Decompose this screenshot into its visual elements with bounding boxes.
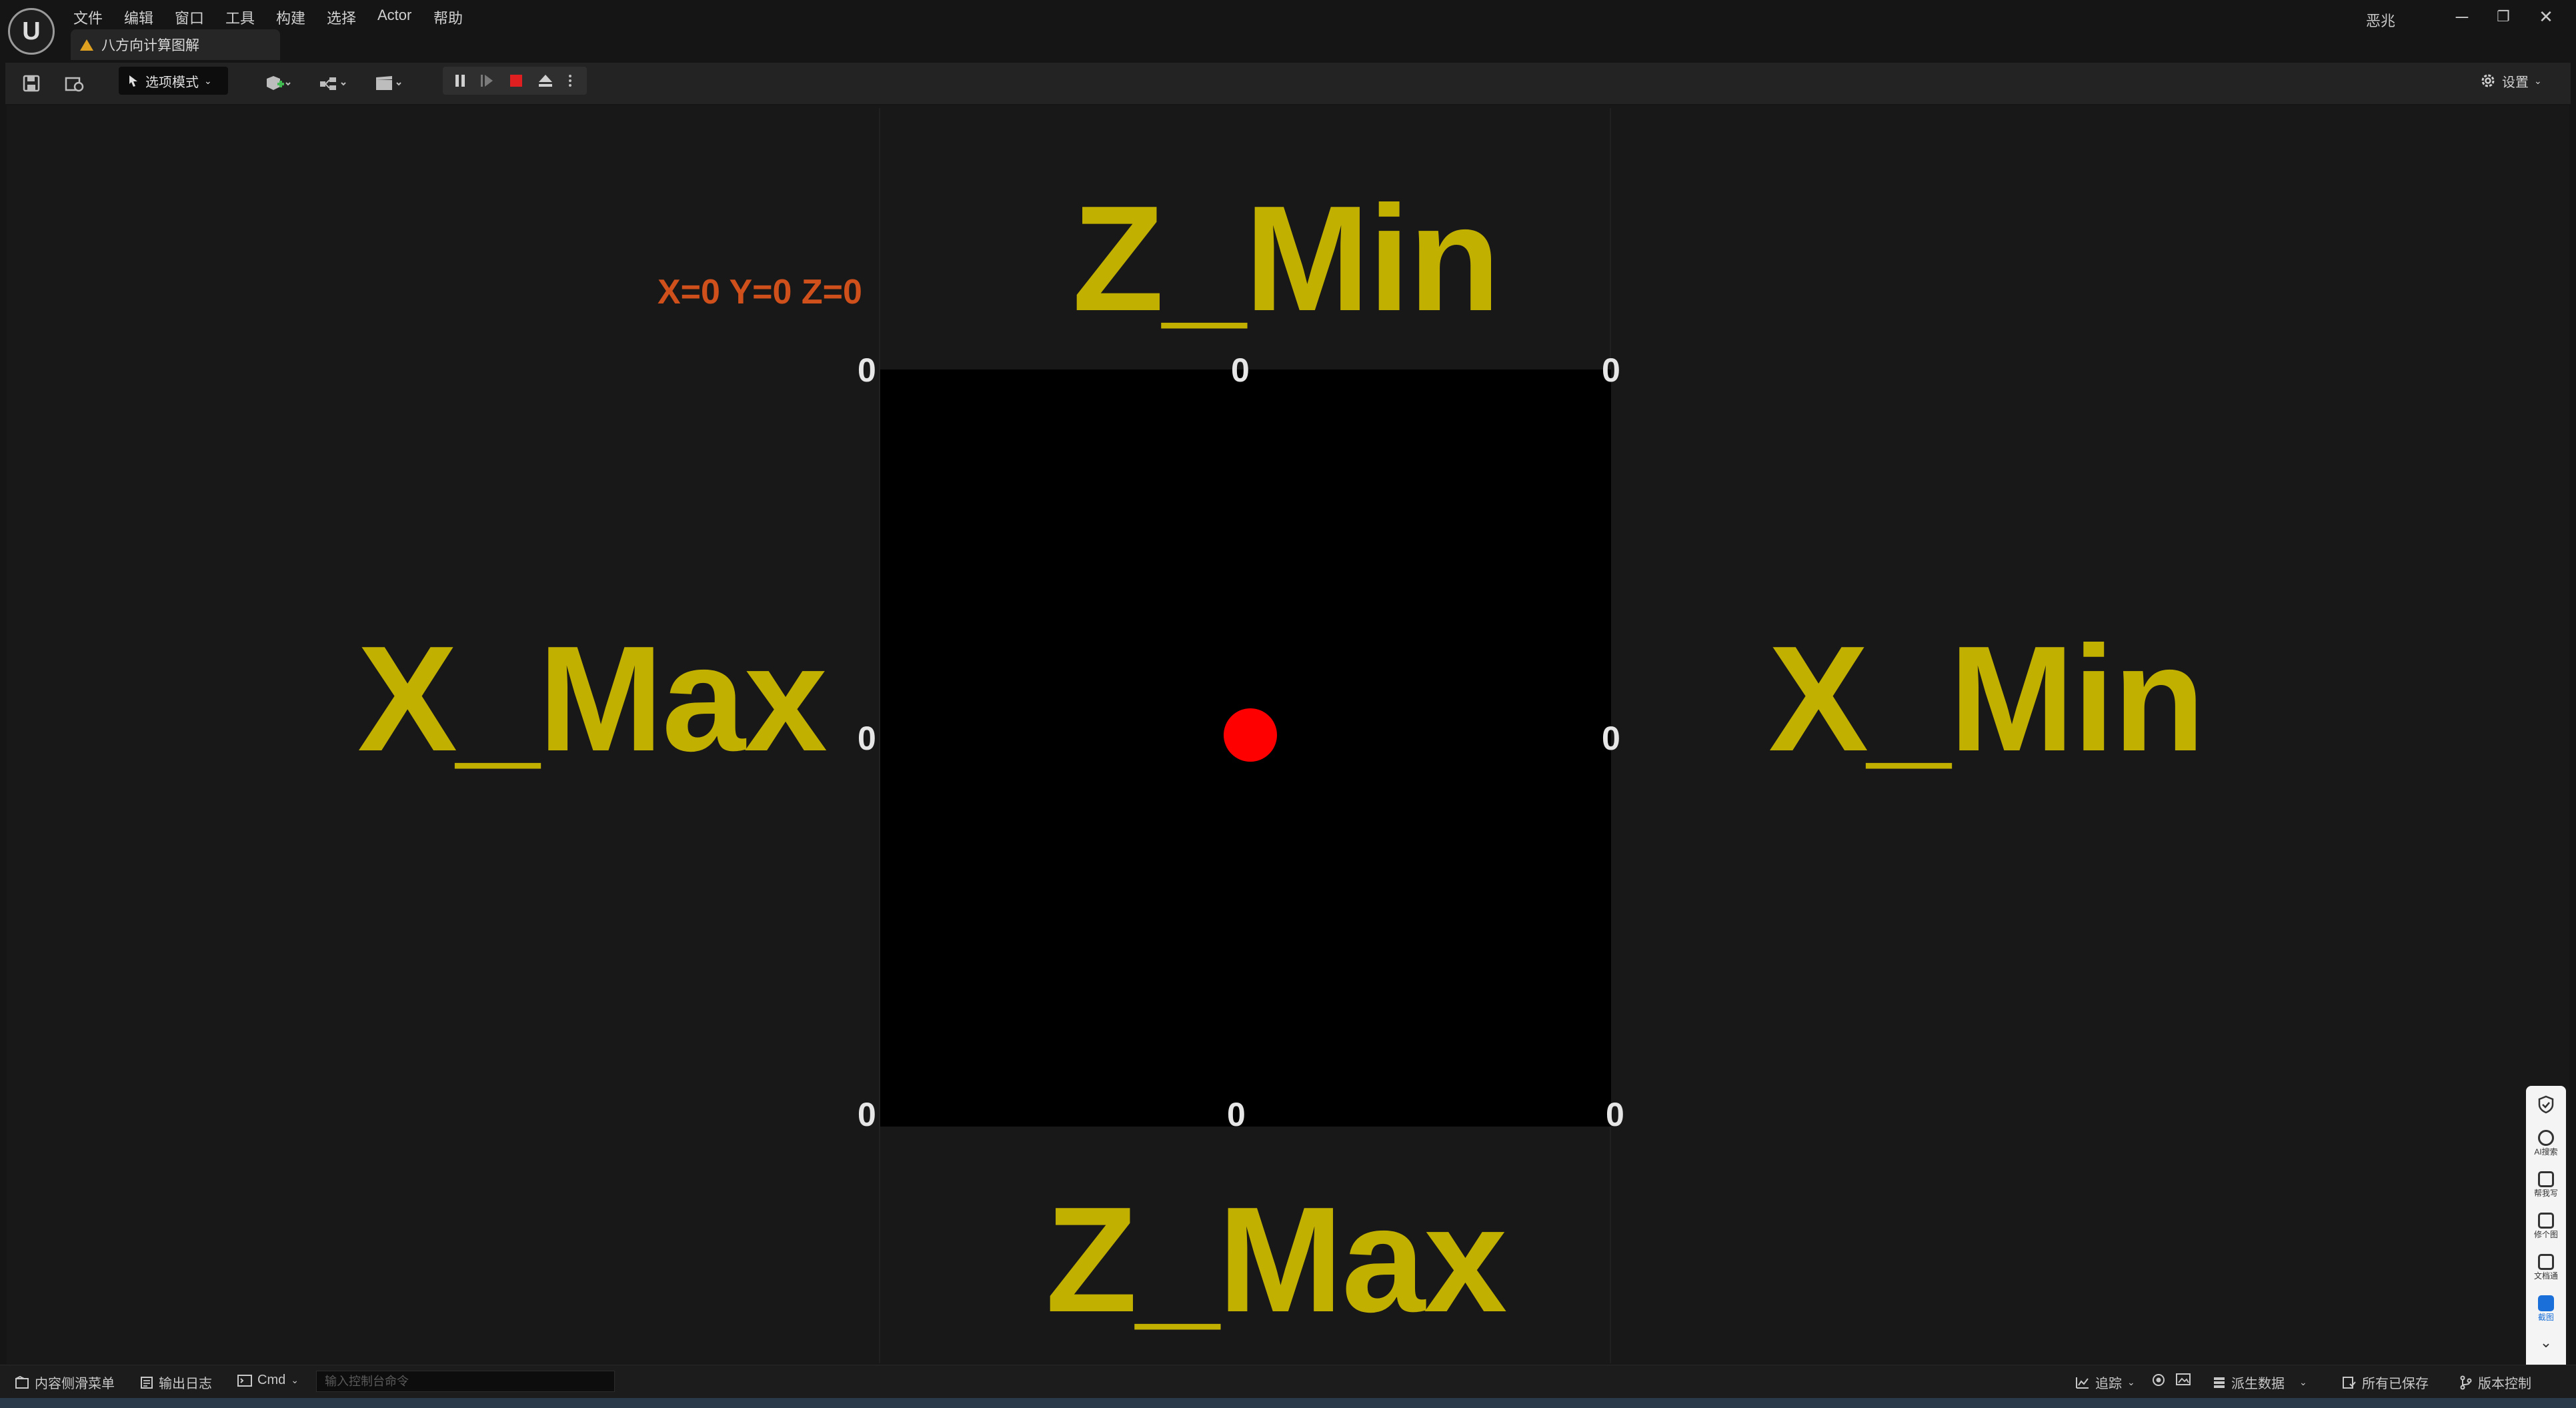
value-top-right: 0 [1602,351,1620,389]
console-command-input[interactable]: 输入控制台命令 [316,1371,615,1392]
derived-data-dropdown[interactable]: 派生数据 ⌄ [2213,1373,2307,1392]
pause-icon[interactable] [447,67,473,95]
mode-select-dropdown[interactable]: 选项模式 ⌄ [119,67,228,95]
source-control-label: 版本控制 [2478,1377,2531,1391]
stop-icon[interactable] [503,67,529,95]
blueprint-icon[interactable] [315,69,355,97]
minimize-button[interactable]: ─ [2447,5,2477,28]
database-icon [2214,1377,2225,1388]
side-item-label: 截图 [2537,1313,2554,1322]
side-item-doc[interactable]: 文档通 [2526,1254,2566,1281]
trace-icon [2076,1377,2089,1389]
document-tab-label: 八方向计算图解 [101,38,199,53]
menu-help[interactable]: 帮助 [433,7,463,28]
all-saved-label: 所有已保存 [2362,1377,2429,1391]
image-icon [2538,1213,2554,1229]
eject-icon[interactable] [532,67,559,95]
menu-window[interactable]: 窗口 [175,7,204,28]
menu-select[interactable]: 选择 [327,7,356,28]
side-item-label: 文档通 [2533,1271,2558,1281]
side-item-label: AI搜索 [2534,1147,2558,1157]
save-all-status[interactable]: 所有已保存 [2342,1373,2429,1392]
play-controls [443,67,587,95]
trace-dropdown[interactable]: 追踪 ⌄ [2075,1373,2135,1392]
value-bottom-left: 0 [858,1096,876,1133]
value-bottom-right: 0 [1606,1096,1624,1133]
derived-data-label: 派生数据 [2231,1377,2285,1391]
document-icon [2538,1254,2554,1270]
z-max-label: Z_Max [1046,1175,1507,1343]
menu-tools[interactable]: 工具 [225,7,255,28]
gear-icon [2481,74,2495,87]
settings-label: 设置 [2502,75,2529,90]
output-log-button[interactable]: 输出日志 [140,1373,212,1392]
ai-search-icon [2538,1130,2554,1146]
shield-icon[interactable] [2526,1095,2566,1114]
side-item-label: 帮我写 [2533,1189,2558,1198]
side-item-write[interactable]: 帮我写 [2526,1171,2566,1199]
chevron-down-icon[interactable]: ⌄ [2526,1334,2566,1351]
taskbar-strip [0,1398,2576,1408]
value-top-left: 0 [858,351,876,389]
menu-actor[interactable]: Actor [377,7,411,24]
save-icon[interactable] [20,69,43,97]
chevron-down-icon: ⌄ [204,75,212,86]
value-mid-left: 0 [858,720,876,757]
coordinate-label: X=0 Y=0 Z=0 [658,273,862,311]
camera-icon [2538,1295,2554,1311]
mode-select-label: 选项模式 [145,75,199,90]
chevron-down-icon: ⌄ [2299,1377,2307,1387]
source-control-button[interactable]: 版本控制 [2459,1373,2531,1392]
cmd-label: Cmd [257,1373,286,1387]
chevron-down-icon: ⌄ [291,1375,299,1385]
value-top-center: 0 [1231,351,1250,389]
edit-icon [2538,1171,2554,1187]
side-item-ai-search[interactable]: AI搜索 [2526,1130,2566,1157]
user-name[interactable]: 恶兆 [2366,9,2395,31]
x-max-label: X_Max [357,614,828,782]
value-bottom-center: 0 [1227,1096,1246,1133]
content-drawer-label: 内容侧滑菜单 [35,1377,115,1391]
menu-edit[interactable]: 编辑 [124,7,153,28]
trace-label: 追踪 [2095,1377,2122,1391]
z-min-label: Z_Min [1072,174,1500,342]
chevron-down-icon: ⌄ [2127,1377,2135,1387]
position-marker [1224,708,1277,762]
x-min-label: X_Min [1768,614,2205,782]
branch-icon [2460,1375,2472,1389]
assistant-side-panel: AI搜索 帮我写 修个图 文档通 截图 ⌄ [2526,1086,2566,1394]
menu-build[interactable]: 构建 [276,7,305,28]
screenshot-icon[interactable] [2175,1373,2191,1386]
document-tab[interactable]: 八方向计算图解 [71,29,280,60]
settings-button[interactable]: 设置 ⌄ [2479,67,2542,95]
unreal-logo-icon[interactable]: U [8,8,55,55]
select-mode-icon [129,75,137,87]
cinematics-icon[interactable] [371,69,411,97]
more-options-icon[interactable] [560,67,580,95]
drawer-icon [15,1375,29,1389]
record-icon[interactable] [2151,1373,2166,1387]
side-item-label: 修个图 [2533,1230,2558,1239]
close-button[interactable]: ✕ [2531,5,2561,28]
warning-icon [80,39,93,51]
output-log-label: 输出日志 [159,1377,212,1391]
restore-button[interactable]: ❐ [2489,5,2518,28]
saved-icon [2343,1376,2356,1389]
cmd-dropdown[interactable]: Cmd ⌄ [237,1373,299,1388]
chevron-down-icon: ⌄ [2534,75,2542,86]
step-frame-icon[interactable] [473,67,500,95]
add-actor-icon[interactable] [259,69,299,97]
side-item-image[interactable]: 修个图 [2526,1213,2566,1240]
menu-file[interactable]: 文件 [73,7,103,28]
content-browser-icon[interactable] [63,69,87,97]
content-drawer-button[interactable]: 内容侧滑菜单 [15,1373,115,1392]
log-icon [141,1376,153,1389]
value-mid-right: 0 [1602,720,1620,757]
side-item-screenshot[interactable]: 截图 [2526,1295,2566,1323]
terminal-icon [237,1374,252,1387]
